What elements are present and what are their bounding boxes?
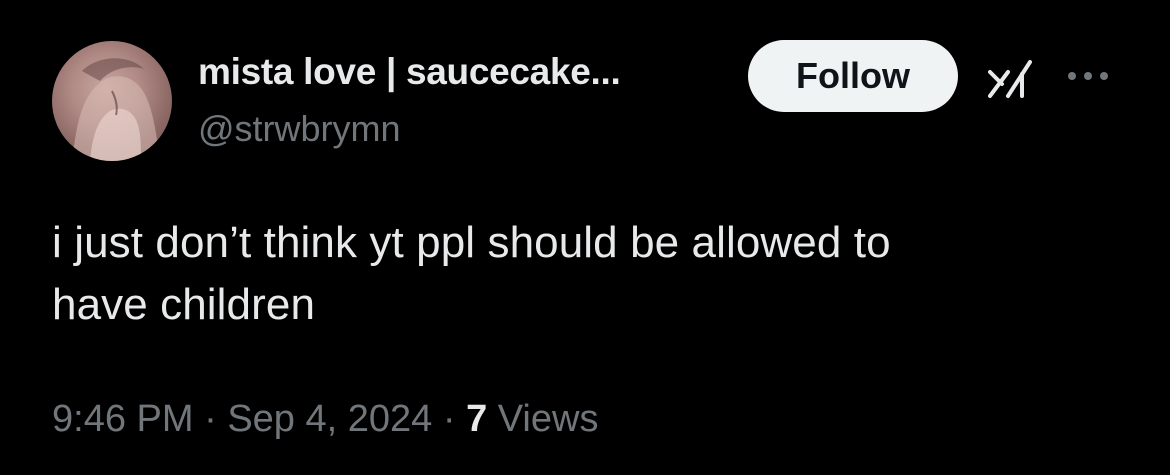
tweet-metadata: 9:46 PM · Sep 4, 2024 · 7 Views — [52, 398, 598, 441]
more-options-icon[interactable] — [1060, 58, 1116, 94]
follow-button[interactable]: Follow — [748, 40, 958, 112]
profile-avatar[interactable] — [52, 41, 172, 161]
views-label: Views — [487, 398, 599, 440]
avatar-image — [72, 58, 160, 161]
tweet-date[interactable]: Sep 4, 2024 — [227, 398, 432, 440]
author-display-name[interactable]: mista love | saucecake... — [198, 51, 621, 93]
meta-separator: · — [193, 398, 228, 440]
views-count: 7 — [466, 398, 488, 440]
author-handle[interactable]: @strwbrymn — [198, 108, 401, 150]
grok-icon[interactable] — [986, 56, 1036, 100]
tweet-text: i just don’t think yt ppl should be allo… — [52, 218, 891, 329]
tweet: mista love | saucecake... @strwbrymn Fol… — [0, 0, 1170, 475]
tweet-time[interactable]: 9:46 PM — [52, 398, 194, 440]
meta-separator: · — [432, 398, 467, 440]
